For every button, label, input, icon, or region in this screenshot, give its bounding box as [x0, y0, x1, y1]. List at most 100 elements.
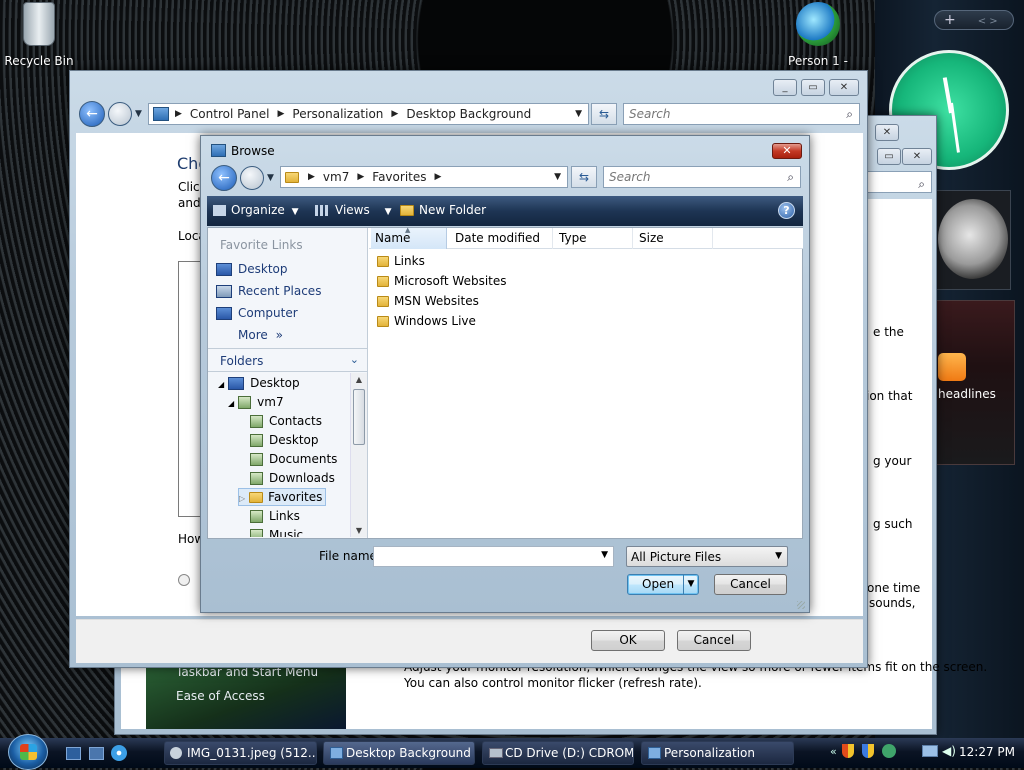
breadcrumb-personalization[interactable]: Personalization — [292, 107, 383, 121]
list-item[interactable]: Links — [377, 254, 425, 268]
recycle-bin[interactable]: Recycle Bin — [4, 2, 74, 68]
breadcrumb-desktop-background[interactable]: Desktop Background — [406, 107, 531, 121]
back-window-max-button[interactable]: ▭ — [877, 148, 901, 165]
organize-button[interactable]: Organize ▼ — [213, 203, 299, 217]
headlines-label: headlines — [938, 387, 996, 401]
browse-close-button[interactable]: ✕ — [772, 143, 802, 159]
feed-gadget[interactable]: headlines — [935, 300, 1015, 465]
tree-item-links[interactable]: Links — [250, 509, 300, 523]
tree-scrollbar[interactable]: ▲ ▼ — [350, 373, 367, 537]
breadcrumb-vm7[interactable]: vm7 — [323, 170, 349, 184]
maximize-button[interactable]: ▭ — [801, 79, 825, 96]
task-link-ease-of-access[interactable]: Ease of Access — [176, 689, 265, 703]
file-list: Name ▲ Date modified Type Size Links Mic… — [369, 226, 803, 538]
position-radio[interactable] — [178, 574, 190, 586]
control-panel-icon — [648, 747, 661, 759]
tree-item-documents[interactable]: Documents — [250, 452, 337, 466]
search-input[interactable]: Search ⌕ — [623, 103, 860, 125]
music-icon — [250, 529, 263, 537]
favorite-link-recent-places[interactable]: Recent Places — [216, 284, 321, 298]
close-button[interactable]: ✕ — [829, 79, 859, 96]
image-file-icon — [170, 747, 182, 759]
security-shield-icon[interactable] — [842, 744, 854, 758]
back-window-search[interactable]: ⌕ — [867, 171, 932, 193]
list-item[interactable]: Windows Live — [377, 314, 476, 328]
recent-pages-chevron-icon[interactable]: ▼ — [135, 109, 142, 119]
views-button[interactable]: Views ▼ — [315, 203, 391, 217]
internet-explorer-icon[interactable] — [111, 745, 127, 761]
browse-back-button[interactable]: ← — [211, 165, 237, 191]
resize-grip-icon[interactable] — [797, 601, 805, 609]
show-desktop-icon[interactable] — [66, 747, 81, 760]
tree-item-desktop-2[interactable]: Desktop — [250, 433, 319, 447]
scroll-down-icon[interactable]: ▼ — [351, 526, 367, 535]
browse-forward-button[interactable] — [240, 166, 264, 190]
search-icon: ⌕ — [846, 107, 853, 121]
volume-icon[interactable]: ◀) — [942, 744, 956, 758]
tree-item-contacts[interactable]: Contacts — [250, 414, 322, 428]
network-icon[interactable] — [922, 745, 938, 757]
list-item[interactable]: MSN Websites — [377, 294, 479, 308]
scroll-up-icon[interactable]: ▲ — [351, 375, 367, 384]
tree-item-downloads[interactable]: Downloads — [250, 471, 335, 485]
back-window-close2-button[interactable]: ✕ — [902, 148, 932, 165]
help-icon[interactable]: ? — [778, 202, 795, 219]
column-size[interactable]: Size — [633, 228, 713, 249]
file-type-select[interactable]: All Picture Files ▼ — [626, 546, 788, 567]
person-shortcut[interactable]: Person 1 - — [780, 2, 856, 68]
file-name-input[interactable]: ▼ — [373, 546, 614, 567]
tree-item-vm7[interactable]: ◢ vm7 — [228, 395, 284, 409]
new-folder-button[interactable]: New Folder — [400, 203, 486, 217]
file-name-dropdown-icon[interactable]: ▼ — [601, 550, 608, 560]
browse-refresh-button[interactable]: ⇆ — [571, 166, 597, 188]
moon-image — [938, 199, 1008, 279]
minimize-button[interactable]: _ — [773, 79, 797, 96]
instruction-text-2: and — [178, 196, 201, 210]
windows-logo-icon — [20, 744, 37, 760]
switch-windows-icon[interactable] — [89, 747, 104, 760]
browse-recent-chevron-icon[interactable]: ▼ — [267, 173, 274, 183]
address-bar[interactable]: ▶ Control Panel ▶ Personalization ▶ Desk… — [148, 103, 589, 125]
sync-icon[interactable] — [882, 744, 896, 758]
column-date-modified[interactable]: Date modified — [449, 228, 553, 249]
address-dropdown-icon[interactable]: ▼ — [575, 109, 582, 119]
refresh-button[interactable]: ⇆ — [591, 103, 617, 125]
sidebar-controls[interactable]: + < > — [934, 10, 1014, 30]
favorite-link-desktop[interactable]: Desktop — [216, 262, 288, 276]
forward-button[interactable] — [108, 102, 132, 126]
tree-item-favorites[interactable]: ▷ Favorites — [238, 488, 327, 506]
breadcrumb-control-panel[interactable]: Control Panel — [190, 107, 270, 121]
favorite-link-computer[interactable]: Computer — [216, 306, 298, 320]
back-window-close-button[interactable]: ✕ — [875, 124, 899, 141]
folders-header[interactable]: Folders ⌄ — [208, 348, 367, 372]
taskbar-item-desktop-background[interactable]: Desktop Background — [323, 741, 475, 765]
breadcrumb-favorites[interactable]: Favorites — [372, 170, 426, 184]
column-type[interactable]: Type — [553, 228, 633, 249]
tree-item-desktop[interactable]: ◢ Desktop — [218, 376, 300, 390]
back-button[interactable]: ← — [79, 101, 105, 127]
breadcrumb-sep-icon: ▶ — [434, 172, 442, 182]
scroll-thumb[interactable] — [353, 389, 365, 445]
taskbar-item-cd-drive[interactable]: CD Drive (D:) CDROM — [482, 741, 634, 765]
browse-address-bar[interactable]: ▶ vm7 ▶ Favorites ▶ ▼ — [280, 166, 568, 188]
more-link[interactable]: More » — [238, 328, 283, 342]
downloads-icon — [250, 472, 263, 485]
text-fragment-5: one time — [867, 581, 921, 595]
warning-shield-icon[interactable] — [862, 744, 874, 758]
taskbar-item-personalization[interactable]: Personalization — [641, 741, 794, 765]
clock[interactable]: 12:27 PM — [959, 745, 1015, 759]
ok-button[interactable]: OK — [591, 630, 665, 651]
cancel-button[interactable]: Cancel — [677, 630, 751, 651]
tray-chevron-icon[interactable]: « — [830, 745, 837, 758]
browse-cancel-button[interactable]: Cancel — [714, 574, 787, 595]
open-dropdown-icon[interactable]: ▼ — [683, 575, 698, 594]
open-button[interactable]: Open ▼ — [627, 574, 699, 595]
address-dropdown-icon[interactable]: ▼ — [554, 172, 561, 182]
tree-item-music[interactable]: Music — [250, 528, 303, 537]
list-item[interactable]: Microsoft Websites — [377, 274, 507, 288]
start-button[interactable] — [8, 734, 48, 770]
command-bar: Organize ▼ Views ▼ New Folder ? — [207, 196, 803, 226]
browse-search-input[interactable]: Search ⌕ — [603, 166, 801, 188]
slideshow-gadget[interactable] — [935, 190, 1011, 290]
taskbar-item-image[interactable]: IMG_0131.jpeg (512... — [164, 741, 317, 765]
